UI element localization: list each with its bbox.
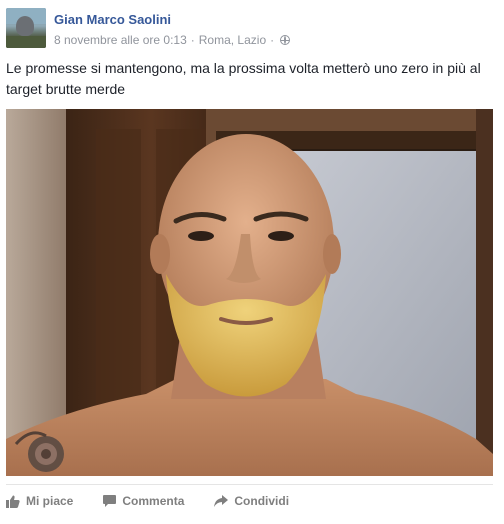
post-date[interactable]: 8 novembre alle ore 0:13 xyxy=(54,33,187,47)
like-button[interactable]: Mi piace xyxy=(6,494,73,508)
share-arrow-icon xyxy=(214,494,229,507)
comment-bubble-icon xyxy=(103,494,117,507)
post-photo[interactable] xyxy=(6,109,493,476)
author-name[interactable]: Gian Marco Saolini xyxy=(54,12,171,27)
share-label: Condividi xyxy=(234,494,290,508)
thumbs-up-icon xyxy=(6,495,20,508)
actions-divider xyxy=(6,484,493,485)
post-actions: Mi piace Commenta Condividi xyxy=(6,490,319,512)
share-button[interactable]: Condividi xyxy=(214,494,289,508)
meta-separator: · xyxy=(190,33,195,47)
like-label: Mi piace xyxy=(26,494,74,508)
avatar-ground xyxy=(6,36,46,48)
comment-button[interactable]: Commenta xyxy=(103,494,184,508)
globe-icon[interactable] xyxy=(280,35,291,45)
post-meta: 8 novembre alle ore 0:13 · Roma, Lazio · xyxy=(54,33,291,47)
post-location[interactable]: Roma, Lazio xyxy=(199,33,266,47)
author-avatar[interactable] xyxy=(6,8,46,48)
meta-separator: · xyxy=(270,33,275,47)
avatar-cat xyxy=(16,16,34,36)
photo-illustration xyxy=(6,109,493,476)
facebook-post: Gian Marco Saolini 8 novembre alle ore 0… xyxy=(0,0,504,524)
comment-label: Commenta xyxy=(122,494,185,508)
post-text: Le promesse si mantengono, ma la prossim… xyxy=(6,60,481,97)
